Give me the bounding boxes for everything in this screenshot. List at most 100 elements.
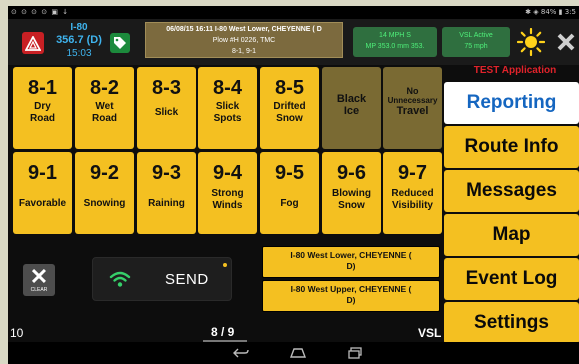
condition-tile-9-7[interactable]: 9-7 Reduced Visibility [383,152,442,234]
condition-label-bottom: Travel [396,105,429,117]
condition-tile-8-2[interactable]: 8-2 Wet Road [75,67,134,149]
menu-settings[interactable]: Settings [444,302,579,344]
hazard-button[interactable] [22,32,44,54]
close-icon [557,33,575,51]
condition-code: 8-3 [152,77,181,99]
clear-label: CLEAR [30,287,48,293]
back-button[interactable] [232,346,250,360]
condition-tile-no-unnecessary-travel[interactable]: No Unnecessary Travel [383,67,442,149]
footer-left-number: 10 [10,326,24,340]
home-icon [289,348,307,358]
last-event-summary[interactable]: 06/08/15 16:11 I-80 West Lower, CHEYENNE… [145,22,343,58]
road-name: I-80 [70,22,88,33]
menu-event-log[interactable]: Event Log [444,258,579,300]
condition-tile-8-5[interactable]: 8-5 Drifted Snow [260,67,319,149]
vsl-status-button[interactable]: VSL Active 75 mph [442,27,510,57]
condition-label: Wet Road [92,101,117,124]
event-line-2: Plow #H 0226, TMC [212,37,276,44]
status-icons-right: ✱ ◈ 84% ▮ 3:5 [525,8,576,16]
route-line-2: D) [346,295,356,305]
condition-code: 9-4 [213,162,242,184]
condition-code: 9-5 [275,162,304,184]
event-line-3: 8-1, 9-1 [231,48,257,55]
clock-time: 15:03 [66,48,92,59]
condition-label: Strong Winds [211,188,244,211]
condition-label: Black Ice [336,93,367,117]
condition-code: 8-1 [28,77,57,99]
clear-button[interactable]: ✕ CLEAR [23,264,55,296]
speed-status-button[interactable]: 14 MPH S MP 353.0 mm 353. [353,27,437,57]
condition-code: 9-1 [28,162,57,184]
route-card[interactable]: I-80 West Upper, CHEYENNE ( D) [262,280,440,312]
vsl-line-1: VSL Active [459,32,493,39]
event-line-1: 06/08/15 16:11 I-80 West Lower, CHEYENNE… [166,26,322,33]
status-icons-left: ⊙ ⊙ ⊙ ⊙ ▣ ↓ [11,8,70,16]
close-button[interactable] [554,28,578,56]
system-status-bar: ⊙ ⊙ ⊙ ⊙ ▣ ↓ ✱ ◈ 84% ▮ 3:5 [8,6,579,19]
condition-tile-8-1[interactable]: 8-1 Dry Road [13,67,72,149]
tag-icon [114,37,126,49]
condition-tile-9-2[interactable]: 9-2 Snowing [75,152,134,234]
clear-x-icon: ✕ [29,264,49,289]
recents-button[interactable] [346,346,364,360]
speed-line-2: MP 353.0 mm 353. [365,43,425,50]
condition-label: Raining [148,198,185,209]
condition-label: Dry Road [30,101,55,124]
sun-icon [517,28,545,56]
test-app-banner: TEST Application [473,65,557,76]
speed-line-1: 14 MPH S [379,32,411,39]
system-nav-bar [8,342,579,364]
vsl-line-2: 75 mph [464,43,488,50]
menu-map[interactable]: Map [444,214,579,256]
condition-tile-9-3[interactable]: 9-3 Raining [137,152,196,234]
footer-vsl-label: VSL [418,326,442,340]
condition-tile-8-4[interactable]: 8-4 Slick Spots [198,67,257,149]
menu-reporting[interactable]: Reporting [444,82,579,124]
condition-code: 9-7 [398,162,427,184]
home-button[interactable] [289,346,307,360]
condition-tile-9-6[interactable]: 9-6 Blowing Snow [322,152,381,234]
route-card[interactable]: I-80 West Lower, CHEYENNE ( D) [262,246,440,278]
location-readout: I-80 356.7 (D) 15:03 [46,21,112,60]
menu-route-info[interactable]: Route Info [444,126,579,168]
send-label: SEND [165,270,209,288]
route-line-1: I-80 West Upper, CHEYENNE ( [290,284,412,294]
condition-code: 9-6 [337,162,366,184]
milepost: 356.7 (D) [56,34,102,46]
hazard-triangle-icon [25,35,41,51]
condition-code: 9-3 [152,162,181,184]
condition-label: Slick Spots [213,101,242,124]
route-line-1: I-80 West Lower, CHEYENNE ( [290,250,412,260]
tag-button[interactable] [110,33,130,53]
condition-label: Snowing [83,198,126,209]
send-button[interactable]: SEND [92,257,232,301]
condition-tile-9-1[interactable]: 9-1 Favorable [13,152,72,234]
condition-tile-9-5[interactable]: 9-5 Fog [260,152,319,234]
route-line-2: D) [346,261,356,271]
condition-label: Reduced Visibility [391,188,434,211]
condition-code: 8-5 [275,77,304,99]
day-night-toggle[interactable] [515,25,547,59]
menu-messages[interactable]: Messages [444,170,579,212]
condition-tile-9-4[interactable]: 9-4 Strong Winds [198,152,257,234]
condition-label: Slick [154,107,179,118]
condition-label-top: No [406,86,419,96]
condition-label: Blowing Snow [332,188,371,211]
recents-icon [348,347,362,359]
condition-label: Fog [280,198,299,209]
condition-label: Drifted Snow [273,101,306,124]
footer-bar: 10 8 / 9 VSL [8,322,444,342]
condition-label-mid: Unnecessary [387,96,438,105]
app-header: I-80 356.7 (D) 15:03 06/08/15 16:11 I-80… [8,19,579,76]
back-icon [233,348,249,358]
condition-tile-8-3[interactable]: 8-3 Slick [137,67,196,149]
wifi-icon [109,271,131,287]
condition-code: 8-4 [213,77,242,99]
send-indicator-dot [223,263,227,267]
page-indicator: 8 / 9 [211,325,235,339]
app-screen: ⊙ ⊙ ⊙ ⊙ ▣ ↓ ✱ ◈ 84% ▮ 3:5 I-80 356.7 (D)… [8,6,579,364]
condition-code: 9-2 [90,162,119,184]
condition-label: Favorable [18,198,67,209]
condition-tile-black-ice[interactable]: Black Ice [322,67,381,149]
condition-code: 8-2 [90,77,119,99]
